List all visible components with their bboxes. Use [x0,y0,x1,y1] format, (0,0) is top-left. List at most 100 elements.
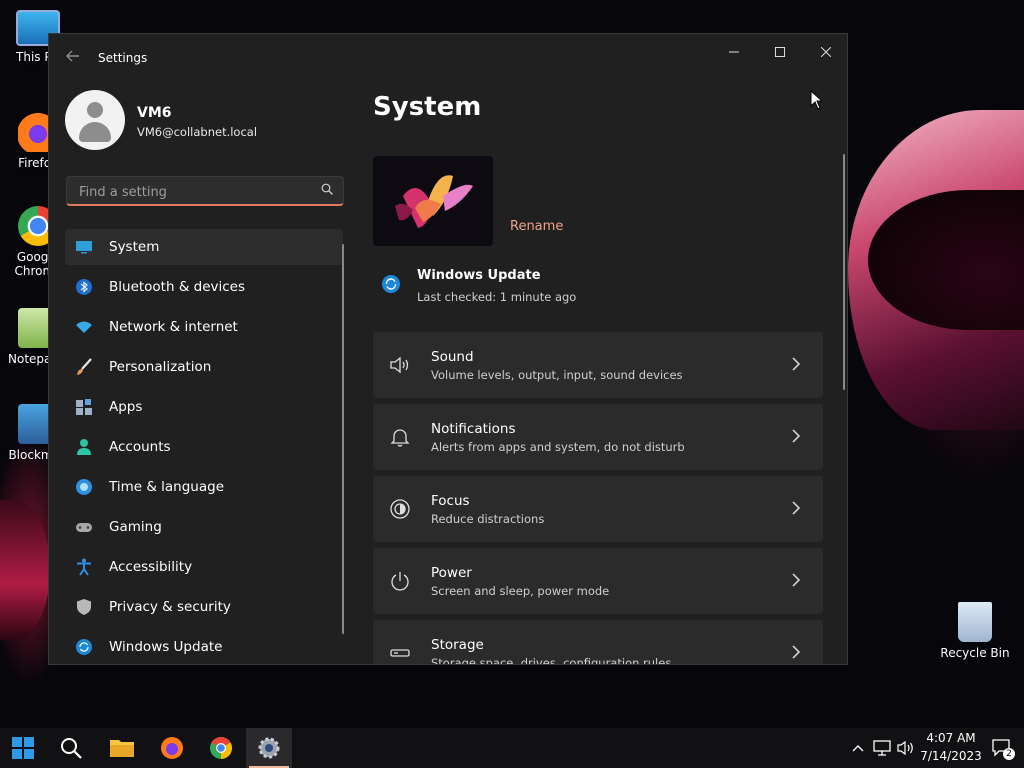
maximize-button[interactable] [757,38,803,68]
sidebar-item-accessibility[interactable]: Accessibility [65,549,343,585]
windows-update-status[interactable]: Windows Update Last checked: 1 minute ag… [373,264,823,314]
bluetooth-icon [76,279,92,295]
bell-icon [390,429,410,447]
wallpaper-shape [0,500,50,640]
apps-icon [76,399,92,415]
maximize-icon [775,47,785,57]
taskbar-chrome[interactable] [198,728,244,768]
window-title: Settings [98,51,148,65]
sidebar-item-label: Network & internet [109,319,238,335]
show-hidden-icons-button[interactable] [850,728,866,768]
clock-date[interactable]: 7/14/2023 [918,749,984,763]
minimize-button[interactable] [711,38,757,68]
chevron-right-icon [792,357,801,371]
sidebar-item-label: Bluetooth & devices [109,279,246,295]
recycle-bin-icon [958,602,992,642]
taskbar-search-button[interactable] [48,728,94,768]
globe-clock-icon [76,479,92,495]
update-icon [382,275,400,293]
sidebar-item-label: Accessibility [109,559,193,575]
taskbar-settings[interactable] [246,728,292,768]
avatar [65,90,125,150]
speaker-icon [390,356,409,374]
search-box[interactable] [66,176,344,206]
desktop-icon-label: Recycle Bin [940,646,1010,660]
accessibility-icon [77,558,91,576]
monitor-icon [76,241,92,254]
device-image [373,156,493,246]
chevron-right-icon [792,645,801,659]
sidebar-item-bluetooth[interactable]: Bluetooth & devices [65,269,343,305]
windows-update-subtitle: Last checked: 1 minute ago [417,290,577,304]
page-title: System [373,92,482,122]
start-button[interactable] [0,728,46,768]
search-icon [61,738,82,759]
back-button[interactable] [63,48,83,68]
sidebar-scrollbar[interactable] [342,244,344,634]
card-title: Focus [431,493,470,509]
notification-center-button[interactable]: 2 [990,728,1016,768]
card-sound[interactable]: Sound Volume levels, output, input, soun… [373,332,823,398]
sidebar-item-accounts[interactable]: Accounts [65,429,343,465]
rename-link[interactable]: Rename [510,219,563,234]
sidebar-item-system[interactable]: System [65,229,343,265]
chevron-up-icon [852,745,864,752]
sidebar-item-label: Apps [109,399,143,415]
sidebar-item-apps[interactable]: Apps [65,389,343,425]
sidebar-item-time-language[interactable]: Time & language [65,469,343,505]
sidebar-item-gaming[interactable]: Gaming [65,509,343,545]
desktop-icon-recycle-bin[interactable]: Recycle Bin [940,602,1010,660]
sidebar-item-label: Personalization [109,359,212,375]
user-name: VM6 [137,105,172,121]
taskbar-firefox[interactable] [149,728,195,768]
close-button[interactable] [803,38,847,68]
chevron-right-icon [792,429,801,443]
network-tray-button[interactable] [872,728,892,768]
card-focus[interactable]: Focus Reduce distractions [373,476,823,542]
sidebar-item-label: Accounts [109,439,171,455]
sidebar-nav: System Bluetooth & devices Network & int… [65,229,343,664]
sidebar-item-personalization[interactable]: Personalization [65,349,343,385]
content-scrollbar[interactable] [843,154,845,390]
sidebar-item-label: Privacy & security [109,599,231,615]
card-subtitle: Reduce distractions [431,512,545,526]
search-input[interactable] [77,181,311,203]
windows-update-title: Windows Update [417,268,541,283]
sidebar-item-privacy[interactable]: Privacy & security [65,589,343,625]
gear-icon [258,737,280,759]
card-power[interactable]: Power Screen and sleep, power mode [373,548,823,614]
sidebar-item-label: Time & language [109,479,225,495]
mouse-cursor-icon [810,90,822,110]
settings-card-list: Sound Volume levels, output, input, soun… [373,332,823,664]
folder-icon [110,740,134,757]
volume-tray-button[interactable] [896,728,916,768]
close-icon [820,46,832,58]
storage-icon [390,649,410,657]
account-icon [77,439,91,455]
sidebar-item-windows-update[interactable]: Windows Update [65,629,343,664]
power-icon [391,572,409,591]
shield-icon [77,599,91,615]
card-subtitle: Screen and sleep, power mode [431,584,610,598]
speaker-icon [897,740,913,756]
firefox-icon [161,737,183,759]
settings-window: Settings VM6 VM6@collabnet.local System [48,33,848,665]
arrow-left-icon [66,50,79,62]
taskbar-file-explorer[interactable] [99,728,145,768]
clock-time[interactable]: 4:07 AM [918,731,984,745]
card-notifications[interactable]: Notifications Alerts from apps and syste… [373,404,823,470]
search-icon [321,183,333,195]
notification-badge: 2 [1003,748,1015,760]
sidebar-item-label: Windows Update [109,639,223,655]
sidebar-item-label: System [109,239,160,255]
card-subtitle: Volume levels, output, input, sound devi… [431,368,683,382]
network-icon [873,740,891,756]
sidebar-item-network[interactable]: Network & internet [65,309,343,345]
chevron-right-icon [792,501,801,515]
wallpaper-thumbnail [373,156,493,246]
brush-icon [77,358,92,375]
sidebar-item-label: Gaming [109,519,162,535]
card-storage[interactable]: Storage Storage space, drives, configura… [373,620,823,664]
card-title: Sound [431,349,474,365]
wifi-icon [76,321,92,333]
